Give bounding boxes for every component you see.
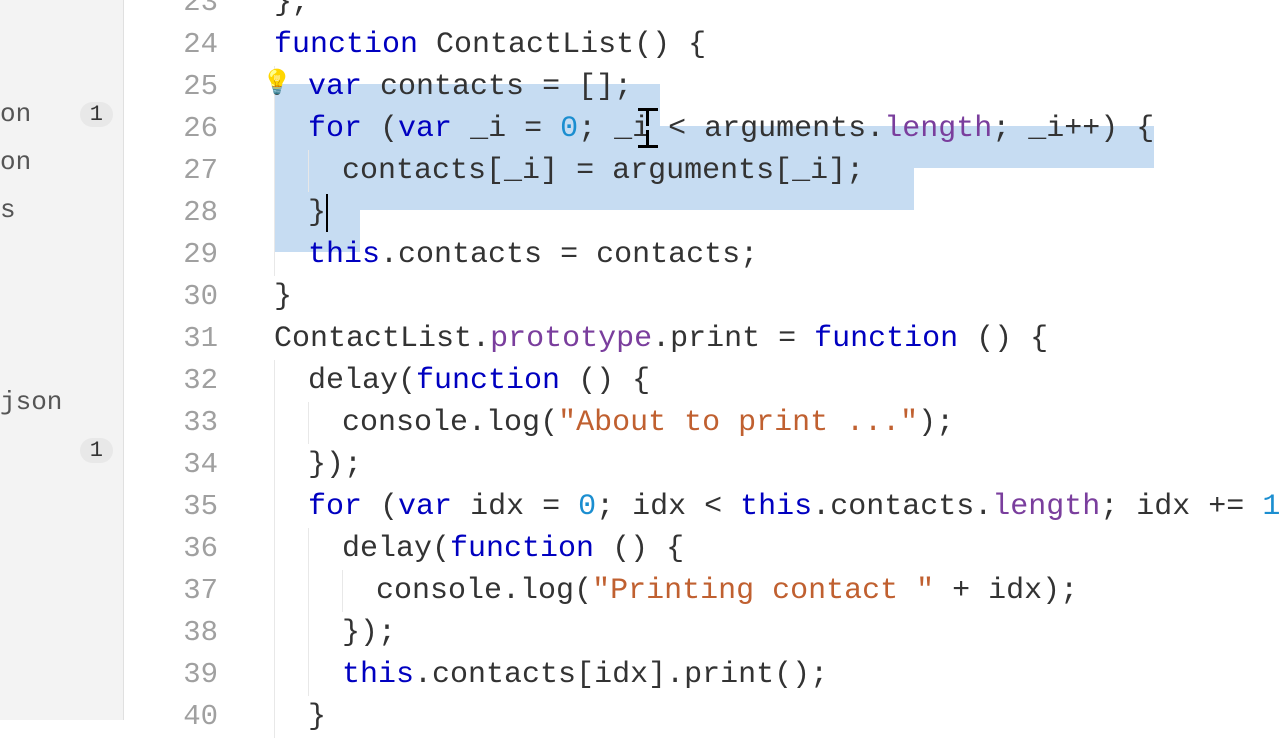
code-text: contacts[_i] = arguments[_i]; [240, 154, 864, 188]
code-line[interactable]: contacts[_i] = arguments[_i]; [240, 150, 1280, 192]
code-text: ContactList.prototype.print = function (… [240, 322, 1048, 356]
code-line[interactable]: }); [240, 444, 1280, 486]
line-number: 30 [124, 276, 240, 318]
line-number: 23 [124, 0, 240, 24]
modified-badge: 1 [80, 438, 113, 463]
sidebar-item[interactable] [0, 282, 123, 330]
code-line[interactable]: } [240, 696, 1280, 738]
code-line[interactable]: this.contacts[idx].print(); [240, 654, 1280, 696]
sidebar-item-label: on [0, 99, 80, 129]
code-line[interactable]: for (var _i = 0; _i < arguments.length; … [240, 108, 1280, 150]
sidebar-item[interactable] [0, 234, 123, 282]
sidebar-item[interactable]: s [0, 186, 123, 234]
code-line[interactable]: delay(function () { [240, 528, 1280, 570]
code-text: console.log("Printing contact " + idx); [240, 574, 1078, 608]
code-line[interactable]: delay(function () { [240, 360, 1280, 402]
sidebar-item-label: s [0, 195, 113, 225]
sidebar-item-label: json [0, 387, 113, 417]
line-number: 32 [124, 360, 240, 402]
code-text: console.log("About to print ..."); [240, 406, 954, 440]
code-line[interactable]: function ContactList() { [240, 24, 1280, 66]
code-text: }, [240, 0, 310, 20]
sidebar-item[interactable]: 1 [0, 426, 123, 474]
code-text: for (var idx = 0; idx < this.contacts.le… [240, 490, 1280, 524]
sidebar-item-label: on [0, 147, 113, 177]
code-text: this.contacts = contacts; [240, 238, 758, 272]
code-text: }); [240, 616, 396, 650]
line-number: 36 [124, 528, 240, 570]
line-number: 40 [124, 696, 240, 738]
sidebar-item[interactable]: on1 [0, 90, 123, 138]
line-number: 25 [124, 66, 240, 108]
code-line[interactable]: }, [240, 0, 1280, 24]
code-text: delay(function () { [240, 364, 650, 398]
line-number: 34 [124, 444, 240, 486]
line-number: 35 [124, 486, 240, 528]
code-text: } [240, 196, 326, 230]
code-text: this.contacts[idx].print(); [240, 658, 828, 692]
line-number: 33 [124, 402, 240, 444]
line-number: 26 [124, 108, 240, 150]
code-text: }); [240, 448, 362, 482]
line-number: 27 [124, 150, 240, 192]
code-text: delay(function () { [240, 532, 684, 566]
code-line[interactable]: } [240, 276, 1280, 318]
sidebar-item[interactable]: on [0, 138, 123, 186]
code-line[interactable]: }); [240, 612, 1280, 654]
code-line[interactable]: 💡var contacts = []; [240, 66, 1280, 108]
sidebar-item[interactable]: json [0, 378, 123, 426]
code-editor[interactable]: }, function ContactList() { 💡var contacts … [240, 0, 1280, 720]
text-caret [326, 194, 328, 232]
code-text: for (var _i = 0; _i < arguments.length; … [240, 112, 1154, 146]
line-number: 28 [124, 192, 240, 234]
file-explorer-sidebar[interactable]: on1onsjson1 [0, 0, 124, 720]
line-number: 39 [124, 654, 240, 696]
line-number: 37 [124, 570, 240, 612]
intention-bulb-icon[interactable]: 💡 [264, 72, 290, 98]
code-line[interactable]: this.contacts = contacts; [240, 234, 1280, 276]
text-cursor-icon [634, 108, 662, 148]
line-number: 31 [124, 318, 240, 360]
modified-badge: 1 [80, 102, 113, 127]
line-number-gutter: 232425262728293031323334353637383940 [124, 0, 240, 720]
line-number: 29 [124, 234, 240, 276]
code-line[interactable]: console.log("About to print ..."); [240, 402, 1280, 444]
code-text: function ContactList() { [240, 28, 706, 62]
code-line[interactable]: console.log("Printing contact " + idx); [240, 570, 1280, 612]
code-text: } [240, 700, 326, 734]
code-line[interactable]: ContactList.prototype.print = function (… [240, 318, 1280, 360]
code-line[interactable]: for (var idx = 0; idx < this.contacts.le… [240, 486, 1280, 528]
sidebar-item[interactable] [0, 330, 123, 378]
code-line[interactable]: } [240, 192, 1280, 234]
code-text: var contacts = []; [240, 70, 632, 104]
line-number: 24 [124, 24, 240, 66]
line-number: 38 [124, 612, 240, 654]
code-text: } [240, 280, 292, 314]
